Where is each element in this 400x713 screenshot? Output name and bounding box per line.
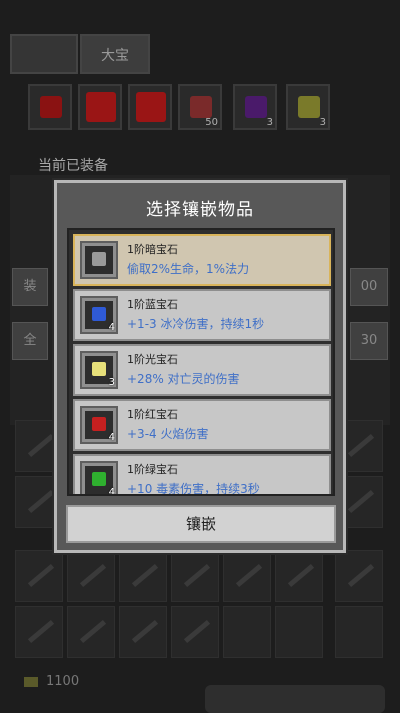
grid-cell[interactable] xyxy=(223,550,271,602)
inventory-slot[interactable] xyxy=(28,84,72,130)
sword-icon xyxy=(27,563,55,588)
sword-icon xyxy=(131,563,159,588)
gem-name: 1阶暗宝石 xyxy=(127,243,178,256)
side-button-left-b[interactable]: 全 xyxy=(12,322,48,360)
equipped-label: 当前已装备 xyxy=(38,158,108,174)
gem-item-red[interactable]: 4 1阶红宝石 +3-4 火焰伤害 xyxy=(73,399,331,451)
gem-slot: 4 xyxy=(80,406,118,444)
select-inlay-dialog: 选择镶嵌物品 1阶暗宝石 偷取2%生命，1%法力 4 1阶蓝宝石 +1-3 冰冷… xyxy=(54,180,346,553)
gold-display: 1100 xyxy=(24,674,79,689)
grid-cell[interactable] xyxy=(335,550,383,602)
gem-item-green[interactable]: 4 1阶绿宝石 +10 毒素伤害，持续3秒 xyxy=(73,454,331,496)
yellow-gem-icon xyxy=(298,96,320,118)
sword-icon xyxy=(347,563,375,588)
gem-name: 1阶蓝宝石 xyxy=(127,298,178,311)
sword-icon xyxy=(27,433,55,458)
sword-icon xyxy=(235,563,263,588)
sword-icon xyxy=(347,433,375,458)
meat-icon xyxy=(190,96,212,118)
sword-icon xyxy=(287,563,315,588)
gem-item-light[interactable]: 3 1阶光宝石 +28% 对亡灵的伤害 xyxy=(73,344,331,396)
gem-count: 4 xyxy=(108,432,115,443)
grid-cell[interactable] xyxy=(119,550,167,602)
tab-left[interactable] xyxy=(10,34,78,74)
watermark-logo xyxy=(205,685,385,713)
red-gem-icon xyxy=(92,417,106,431)
red-gem-icon xyxy=(40,96,62,118)
inventory-slot[interactable]: 50 xyxy=(178,84,222,130)
dark-gem-icon xyxy=(92,252,106,266)
grid-cell[interactable] xyxy=(275,550,323,602)
sword-icon xyxy=(79,619,107,644)
grid-cell[interactable] xyxy=(15,606,63,658)
sword-icon xyxy=(79,563,107,588)
grid-cell[interactable] xyxy=(67,550,115,602)
light-gem-icon xyxy=(92,362,106,376)
sword-icon xyxy=(131,619,159,644)
inventory-slot[interactable] xyxy=(78,84,122,130)
inventory-slot[interactable] xyxy=(128,84,172,130)
gem-name: 1阶光宝石 xyxy=(127,353,178,366)
grid-cell[interactable] xyxy=(171,606,219,658)
grid-cell[interactable] xyxy=(223,606,271,658)
gem-count: 4 xyxy=(108,322,115,333)
gem-slot: 3 xyxy=(80,351,118,389)
grid-cell[interactable] xyxy=(171,550,219,602)
tab-bar: 大宝 xyxy=(10,34,390,74)
inventory-slot[interactable]: 3 xyxy=(233,84,277,130)
grid-cell[interactable] xyxy=(119,606,167,658)
gem-item-blue[interactable]: 4 1阶蓝宝石 +1-3 冰冷伤害，持续1秒 xyxy=(73,289,331,341)
red-cube-icon xyxy=(136,92,166,122)
inventory-slot[interactable]: 3 xyxy=(286,84,330,130)
sword-icon xyxy=(347,489,375,514)
slot-count: 3 xyxy=(266,117,273,128)
gem-count: 3 xyxy=(108,377,115,388)
slot-count: 3 xyxy=(319,117,326,128)
gem-list[interactable]: 1阶暗宝石 偷取2%生命，1%法力 4 1阶蓝宝石 +1-3 冰冷伤害，持续1秒… xyxy=(67,228,335,496)
inventory-row: 50 3 3 xyxy=(28,84,378,134)
slot-count: 50 xyxy=(205,117,218,128)
blue-gem-icon xyxy=(92,307,106,321)
gem-description: +3-4 火焰伤害 xyxy=(127,427,209,441)
gem-description: +10 毒素伤害，持续3秒 xyxy=(127,482,260,496)
tab-gems[interactable]: 大宝 xyxy=(80,34,150,74)
gem-count: 4 xyxy=(108,487,115,496)
gold-coin-icon xyxy=(24,676,38,687)
green-gem-icon xyxy=(92,472,106,486)
red-cube-icon xyxy=(86,92,116,122)
gem-name: 1阶红宝石 xyxy=(127,408,178,421)
gem-slot: 4 xyxy=(80,461,118,496)
gem-description: +28% 对亡灵的伤害 xyxy=(127,372,240,386)
gem-description: 偷取2%生命，1%法力 xyxy=(127,262,250,276)
gold-amount: 1100 xyxy=(46,674,80,689)
sword-icon xyxy=(27,619,55,644)
sword-icon xyxy=(27,489,55,514)
sword-icon xyxy=(183,563,211,588)
sword-icon xyxy=(183,619,211,644)
gem-item-dark[interactable]: 1阶暗宝石 偷取2%生命，1%法力 xyxy=(73,234,331,286)
gem-description: +1-3 冰冷伤害，持续1秒 xyxy=(127,317,265,331)
inlay-button[interactable]: 镶嵌 xyxy=(66,505,336,543)
gem-slot xyxy=(80,241,118,279)
dialog-title: 选择镶嵌物品 xyxy=(146,200,254,220)
purple-gem-icon xyxy=(245,96,267,118)
gem-slot: 4 xyxy=(80,296,118,334)
side-button-left-a[interactable]: 装 xyxy=(12,268,48,306)
grid-cell[interactable] xyxy=(335,606,383,658)
grid-cell[interactable] xyxy=(15,550,63,602)
side-button-right-b[interactable]: 30 xyxy=(350,322,388,360)
side-button-right-a[interactable]: 00 xyxy=(350,268,388,306)
grid-cell[interactable] xyxy=(67,606,115,658)
grid-cell[interactable] xyxy=(275,606,323,658)
gem-name: 1阶绿宝石 xyxy=(127,463,178,476)
